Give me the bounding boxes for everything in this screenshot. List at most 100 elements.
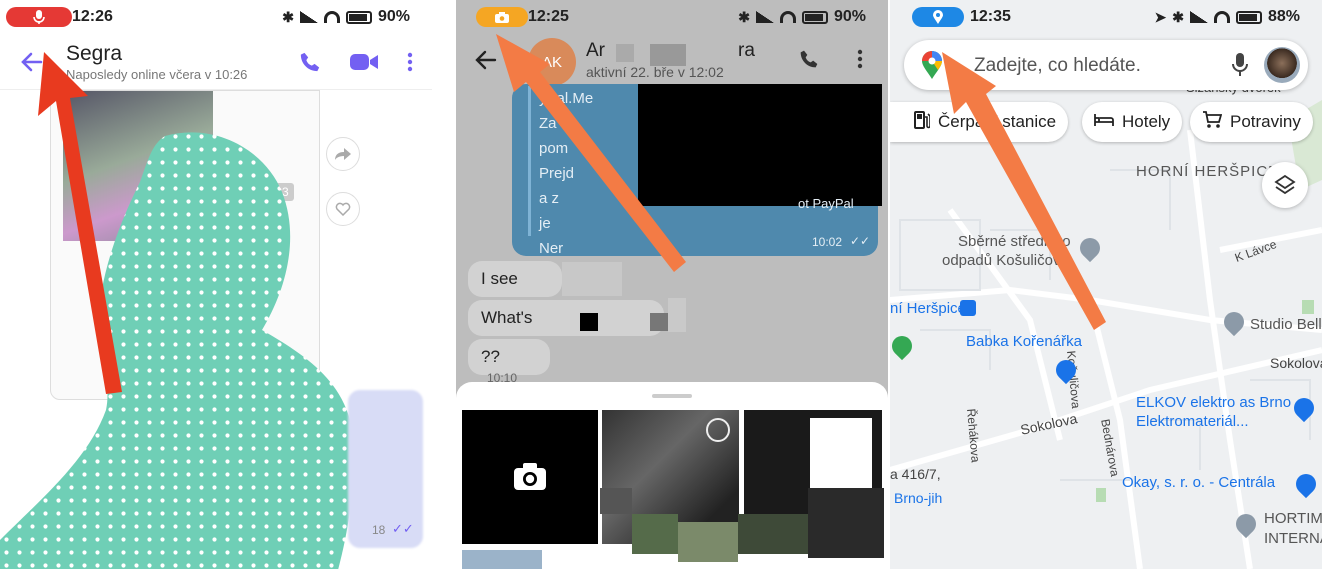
cart-icon [1202, 110, 1223, 134]
poi-label[interactable]: odpadů Košuličova [942, 252, 1069, 269]
transit-station-icon[interactable] [960, 300, 976, 316]
search-input[interactable]: Zadejte, co hledáte. [974, 55, 1141, 77]
gallery-photo-partial[interactable] [462, 550, 542, 569]
link-preview[interactable]: yPal.Me Za pom Prejd a z je Ner [528, 86, 648, 257]
message-time: 10:02 [812, 235, 843, 249]
incoming-message[interactable]: I see [468, 261, 562, 297]
map-label: a 416/7, [890, 466, 941, 482]
battery-level: 90% [377, 8, 410, 25]
status-time: 12:35 [970, 8, 1011, 25]
partial-text: ot PayPal [798, 196, 854, 211]
preview-line: Za [539, 115, 557, 132]
voice-search-icon[interactable] [1232, 53, 1248, 82]
redaction-box [638, 84, 882, 206]
maps-panel: Sizanský dvorek HORNÍ HERŠPICE K Lávce K… [890, 0, 1322, 569]
preview-line: pom [539, 140, 569, 157]
preview-line: a z [539, 190, 560, 207]
chip-label: Potraviny [1230, 112, 1301, 131]
contact-status: aktivní 22. bře v 12:02 [586, 64, 724, 80]
poi-label[interactable]: Elektromateriál... [1136, 413, 1249, 430]
signal-icon [299, 11, 318, 23]
message-text: What's [481, 308, 533, 327]
signal-icon [1189, 11, 1208, 23]
poi-label[interactable]: Babka Kořenářka [966, 333, 1082, 350]
chip-fuel[interactable]: Čerpací stanice [890, 102, 1069, 142]
search-bar[interactable]: Zadejte, co hledáte. [904, 40, 1308, 90]
message-text: I see [481, 269, 518, 288]
pixelated-block [650, 44, 686, 66]
poi-label[interactable]: Sběrné středisko [958, 233, 1071, 250]
bluetooth-icon: ✱ [738, 8, 750, 25]
battery-icon [345, 10, 372, 24]
mic-indicator-icon [6, 7, 72, 27]
avatar[interactable] [1264, 47, 1300, 83]
status-bar: 12:26 ✱ 90% [0, 0, 432, 34]
contact-name-tail: ra [738, 40, 755, 61]
more-options-icon[interactable] [400, 48, 420, 76]
poi-label[interactable]: INTERNA [1264, 530, 1322, 547]
location-indicator-icon [912, 7, 964, 27]
select-circle-icon[interactable] [706, 418, 730, 442]
status-bar: 12:25 ✱ 90% [456, 0, 888, 34]
more-options-icon[interactable] [852, 46, 868, 72]
pixelated-block [678, 522, 738, 562]
contact-avatar[interactable]: AK [528, 38, 576, 86]
signal-icon [755, 11, 774, 23]
pixelated-block [808, 488, 884, 558]
layers-button[interactable] [1262, 162, 1308, 208]
pixelated-block [616, 44, 634, 62]
incoming-message[interactable]: What's [468, 300, 664, 336]
preview-line: yPal.Me [539, 90, 594, 107]
poi-label[interactable]: Okay, s. r. o. - Centrála [1122, 474, 1275, 491]
preview-line: Prejd [539, 165, 575, 182]
pixelated-block [562, 262, 622, 296]
chat-header: Segra Naposledy online včera v 10:26 [0, 34, 432, 90]
chip-label: Čerpací stanice [938, 112, 1057, 131]
poi-label[interactable]: ELKOV elektro as Brno [1136, 394, 1291, 411]
wifi-icon [323, 11, 340, 23]
phone-call-icon[interactable] [296, 48, 324, 76]
chip-groceries[interactable]: Potraviny [1190, 102, 1313, 142]
camera-indicator-icon [476, 7, 528, 27]
phone-call-icon[interactable] [796, 46, 822, 72]
battery-icon [1235, 10, 1262, 24]
preview-line: Ner [539, 240, 564, 257]
panel-gutter [432, 0, 456, 569]
read-checkmarks-icon: ✓✓ [850, 234, 871, 248]
read-checkmarks-icon: ✓✓ [392, 521, 414, 536]
chip-hotels[interactable]: Hotely [1082, 102, 1183, 142]
status-bar: 12:35 ➤ ✱ 88% [890, 0, 1322, 34]
back-arrow-icon[interactable] [472, 46, 500, 74]
poi-label[interactable]: HORTIM [1264, 510, 1322, 527]
back-arrow-icon[interactable] [18, 48, 46, 76]
chat-subtitle: Naposledy online včera v 10:26 [66, 67, 248, 82]
layers-icon [1274, 174, 1296, 195]
telegram-chat-panel: 12:25 ✱ 90% AK Ar ra aktivní 22. bře v 1… [456, 0, 888, 569]
poi-label[interactable]: ní Heršpice [890, 300, 966, 317]
sheet-handle[interactable] [652, 394, 692, 398]
attachment-sheet [456, 382, 888, 569]
video-call-icon[interactable] [348, 48, 380, 76]
screenshot-thumbnail [810, 418, 872, 488]
message-text: ?? [481, 347, 500, 366]
pixelated-block [632, 514, 678, 554]
bluetooth-icon: ✱ [282, 8, 294, 25]
battery-level: 90% [833, 8, 866, 25]
viber-chat-panel: 12:26 ✱ 90% Segra Naposledy online včera… [0, 0, 432, 569]
preview-line: je [539, 215, 551, 232]
chip-label: Hotely [1122, 112, 1171, 131]
pixelated-block [668, 298, 686, 332]
poi-label[interactable]: Studio Bell [1250, 316, 1322, 333]
incoming-message[interactable]: ?? 10:10 [468, 339, 550, 385]
bed-icon [1094, 112, 1114, 132]
message-time: 18 [372, 523, 386, 537]
district-label: HORNÍ HERŠPICE [1136, 163, 1280, 180]
camera-tile[interactable] [462, 410, 598, 544]
map-label: Brno-jih [894, 490, 943, 506]
wifi-icon [779, 11, 796, 23]
contact-name[interactable]: Ar [586, 40, 605, 62]
pixelated-block [738, 514, 808, 554]
privacy-blob-overlay [0, 132, 354, 569]
bluetooth-icon: ✱ [1172, 8, 1184, 25]
street-label: Sokolova [1270, 355, 1322, 371]
